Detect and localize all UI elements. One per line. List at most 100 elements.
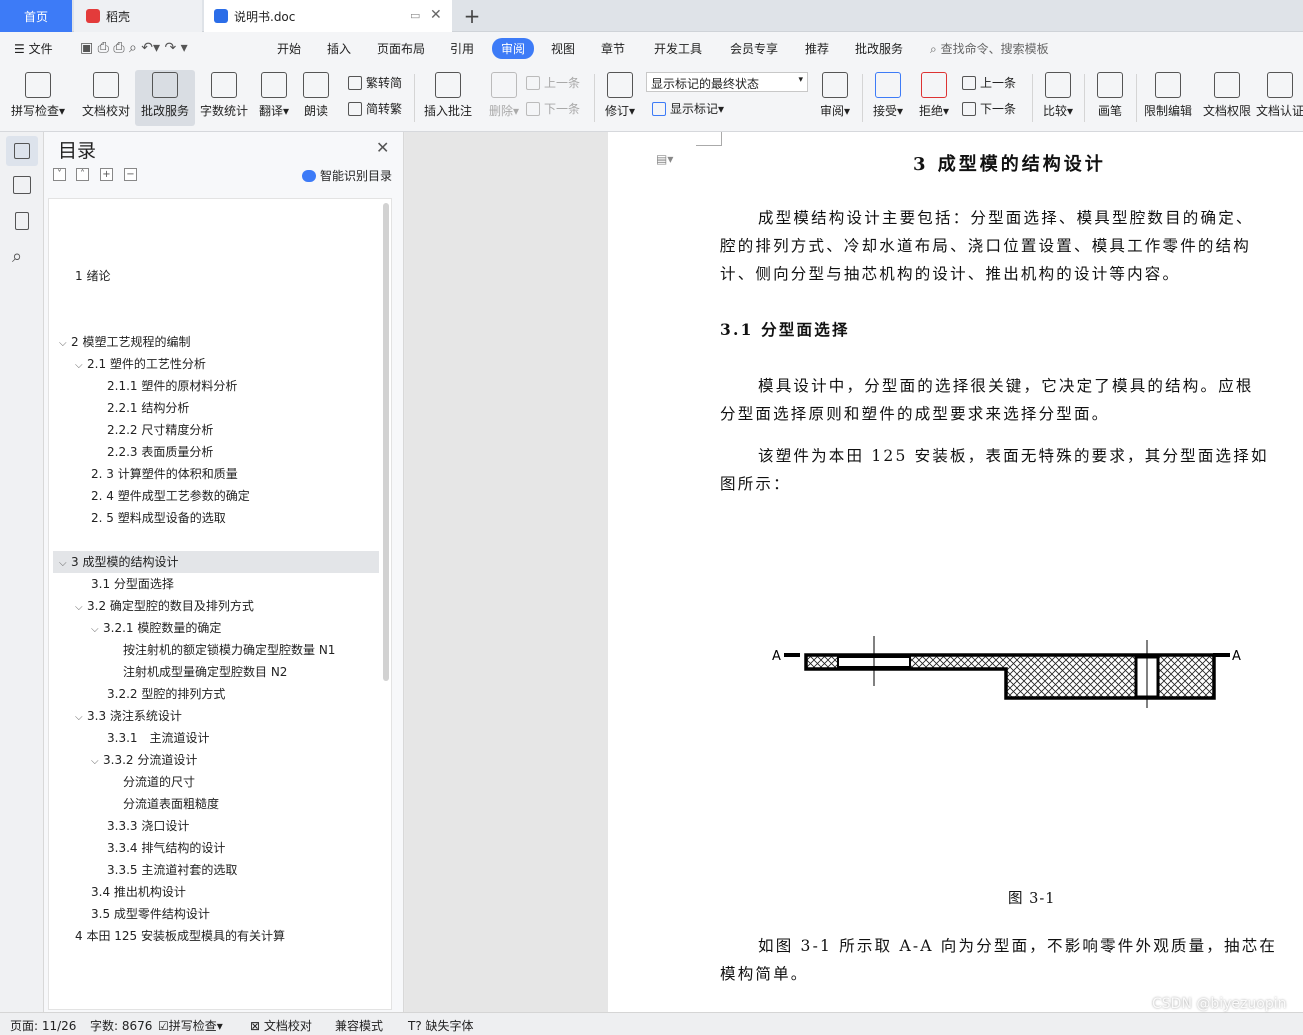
toc-item[interactable]: ⌵ 2 模塑工艺规程的编制 (59, 331, 190, 353)
toc-item[interactable]: 2. 3 计算塑件的体积和质量 (91, 463, 238, 485)
compare-button[interactable]: 比较▾ (1036, 70, 1080, 126)
quick-access-icons[interactable]: ▣ ⎙ ⎙ ⌕ ↶▾ ↷ ▾ (80, 40, 188, 56)
tab-document[interactable]: 说明书.doc ▭ ✕ (204, 0, 452, 32)
doc-permission-button[interactable]: 文档权限 (1197, 70, 1257, 126)
doc-check-button[interactable]: 文档校对 (76, 70, 136, 126)
menu-page-layout[interactable]: 页面布局 (377, 40, 425, 57)
menu-dev-tools[interactable]: 开发工具 (654, 40, 702, 57)
chapter-nav-icon[interactable] (13, 176, 31, 194)
chevron-down-icon[interactable]: ⌵ (59, 333, 71, 355)
chevron-down-icon[interactable]: ⌵ (91, 751, 103, 773)
toc-item[interactable]: 分流道表面粗糙度 (123, 793, 219, 815)
toc-item[interactable]: 分流道的尺寸 (123, 771, 195, 793)
spell-check-button[interactable]: 拼写检查▾ (8, 70, 68, 126)
chevron-down-icon[interactable]: ⌵ (91, 619, 103, 641)
tab-daoke[interactable]: 稻壳 (74, 0, 202, 32)
word-count-indicator[interactable]: 字数: 8676 (90, 1017, 152, 1034)
toc-item[interactable]: 2.2.3 表面质量分析 (107, 441, 213, 463)
delete-comment-button[interactable]: 删除▾ (474, 70, 534, 126)
close-tab-icon[interactable]: ✕ (430, 7, 442, 23)
new-tab-button[interactable]: + (460, 0, 484, 32)
search-commands[interactable]: ⌕ 查找命令、搜索模板 (930, 40, 1049, 57)
search-icon[interactable]: ⌕ (12, 246, 22, 267)
chevron-down-icon[interactable]: ⌵ (75, 707, 87, 729)
toc-item[interactable]: 3.4 推出机构设计 (91, 881, 186, 903)
toc-scrollbar[interactable] (383, 203, 389, 681)
menu-reference[interactable]: 引用 (450, 40, 474, 57)
toc-item-selected[interactable]: ⌵ 3 成型模的结构设计 (53, 551, 379, 573)
next-change-button[interactable]: 下一条 (962, 100, 1016, 117)
toc-item[interactable]: 2.1.1 塑件的原材料分析 (107, 375, 237, 397)
tab-home[interactable]: 首页 (0, 0, 72, 32)
toc-item[interactable]: 4 本田 125 安装板成型模具的有关计算 (75, 925, 285, 947)
toc-item[interactable]: 1 绪论 (75, 265, 110, 287)
toc-item[interactable]: 2. 5 塑料成型设备的选取 (91, 507, 226, 529)
toc-item[interactable]: ⌵ 2.1 塑件的工艺性分析 (75, 353, 206, 375)
toc-item[interactable]: ⌵ 3.2 确定型腔的数目及排列方式 (75, 595, 254, 617)
chevron-down-icon[interactable]: ⌵ (75, 355, 87, 377)
chevron-down-icon[interactable]: ⌵ (75, 597, 87, 619)
page-indicator[interactable]: 页面: 11/26 (10, 1017, 76, 1034)
restore-icon[interactable]: ▭ (410, 9, 420, 22)
toc-item[interactable]: 按注射机的额定锁模力确定型腔数量 N1 (123, 639, 335, 661)
menu-recommend[interactable]: 推荐 (805, 40, 829, 57)
next-comment-button[interactable]: 下一条 (526, 100, 580, 117)
page-view-icon[interactable]: ▤▾ (656, 152, 673, 166)
menu-insert[interactable]: 插入 (327, 40, 351, 57)
file-menu[interactable]: ☰ 文件 (14, 40, 53, 57)
smart-toc-button[interactable]: 智能识别目录 (302, 167, 392, 184)
insert-comment-button[interactable]: 插入批注 (418, 70, 478, 126)
pen-button[interactable]: 画笔 (1088, 70, 1132, 126)
track-changes-button[interactable]: 修订▾ (598, 70, 642, 126)
menu-review[interactable]: 审阅 (492, 38, 535, 59)
accept-button[interactable]: 接受▾ (866, 70, 910, 126)
chevron-down-icon[interactable]: ⌵ (59, 553, 71, 575)
trad-to-simp-button[interactable]: 繁转简 (348, 74, 402, 91)
toc-item[interactable]: 3.3.4 排气结构的设计 (107, 837, 225, 859)
menu-member[interactable]: 会员专享 (730, 40, 778, 57)
toc-item[interactable]: ⌵ 3.3.2 分流道设计 (91, 749, 197, 771)
restrict-edit-button[interactable]: 限制编辑 (1138, 70, 1198, 126)
read-aloud-button[interactable]: 朗读 (294, 70, 338, 126)
toc-item[interactable]: 3.3.5 主流道衬套的选取 (107, 859, 237, 881)
markup-state-select[interactable]: 显示标记的最终状态 ▾ (646, 72, 808, 92)
menu-view[interactable]: 视图 (551, 40, 575, 57)
toc-item[interactable]: ⌵ 3.2.1 模腔数量的确定 (91, 617, 221, 639)
doc-check-status[interactable]: ⊠ 文档校对 (250, 1017, 312, 1034)
toc-item-label: 3.4 推出机构设计 (91, 885, 186, 899)
doc-cert-button[interactable]: 文档认证 (1256, 70, 1303, 126)
compat-mode[interactable]: 兼容模式 (335, 1017, 383, 1034)
menu-chapter[interactable]: 章节 (601, 40, 625, 57)
menu-correction[interactable]: 批改服务 (855, 40, 903, 57)
menu-start[interactable]: 开始 (277, 40, 301, 57)
toc-item[interactable]: 3.3.1 主流道设计 (107, 727, 210, 749)
toc-item[interactable]: ⌵ 3.3 浇注系统设计 (75, 705, 182, 727)
correction-service-button[interactable]: 批改服务 (135, 70, 195, 126)
simp-to-trad-button[interactable]: 简转繁 (348, 100, 402, 117)
toc-item[interactable]: 3.3.3 浇口设计 (107, 815, 189, 837)
missing-font-button[interactable]: T? 缺失字体 (408, 1017, 474, 1034)
reject-button[interactable]: 拒绝▾ (912, 70, 956, 126)
word-count-button[interactable]: 字数统计 (194, 70, 254, 126)
show-markup-button[interactable]: 显示标记▾ (652, 100, 724, 117)
document-page[interactable]: ▤▾ 3 成型模的结构设计 成型模结构设计主要包括：分型面选择、模具型腔数目的确… (608, 132, 1303, 1012)
prev-change-button[interactable]: 上一条 (962, 74, 1016, 91)
bookmark-icon[interactable] (15, 212, 29, 230)
toc-item[interactable]: 3.1 分型面选择 (91, 573, 174, 595)
translate-button[interactable]: 翻译▾ (248, 70, 300, 126)
remove-heading-icon[interactable]: − (124, 168, 137, 181)
toc-item[interactable]: 3.5 成型零件结构设计 (91, 903, 210, 925)
prev-comment-button[interactable]: 上一条 (526, 74, 580, 91)
close-icon[interactable]: ✕ (376, 138, 389, 157)
expand-up-icon[interactable]: ˄ (76, 168, 89, 181)
toc-item[interactable]: 2. 4 塑件成型工艺参数的确定 (91, 485, 250, 507)
outline-nav-button[interactable] (6, 136, 38, 166)
toc-item[interactable]: 3.2.2 型腔的排列方式 (107, 683, 225, 705)
toc-item[interactable]: 注射机成型量确定型腔数目 N2 (123, 661, 287, 683)
collapse-all-icon[interactable]: ˅ (53, 168, 66, 181)
toc-item[interactable]: 2.2.1 结构分析 (107, 397, 189, 419)
review-pane-button[interactable]: 审阅▾ (812, 70, 858, 126)
add-heading-icon[interactable]: + (100, 168, 113, 181)
spell-check-status[interactable]: ☑拼写检查▾ (158, 1017, 223, 1034)
toc-item[interactable]: 2.2.2 尺寸精度分析 (107, 419, 213, 441)
